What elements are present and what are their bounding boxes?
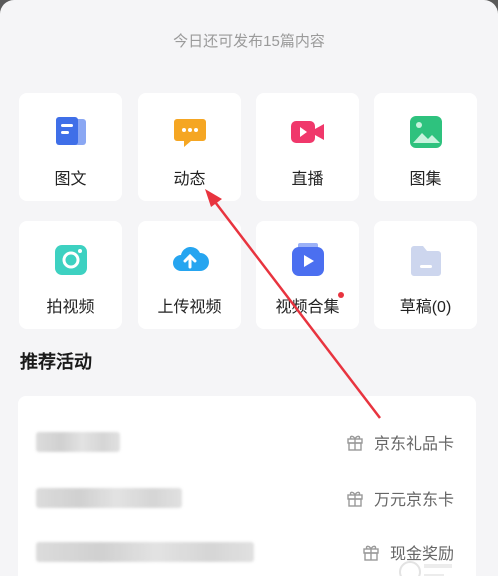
annotation-arrow bbox=[205, 189, 381, 419]
publish-sheet: 今日还可发布15篇内容 图文 动态 直播 图集 拍视频 上传视频 视频合集 草稿… bbox=[0, 0, 498, 576]
